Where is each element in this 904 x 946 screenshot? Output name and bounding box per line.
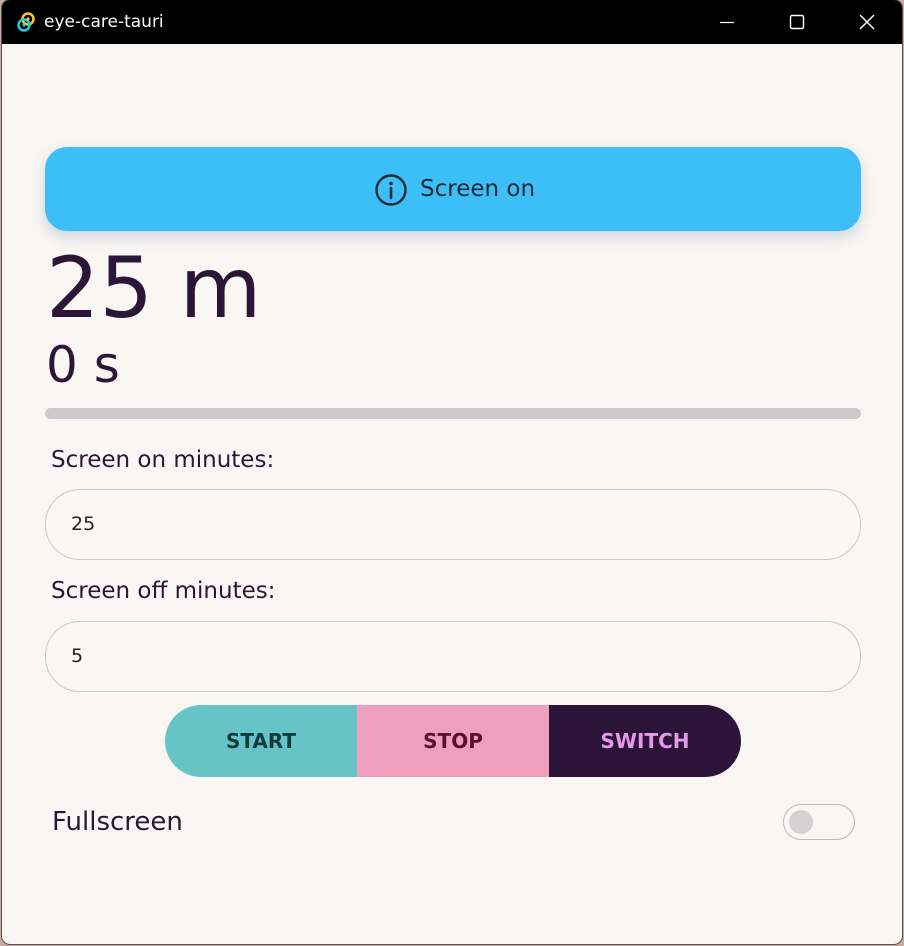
toggle-knob bbox=[789, 810, 813, 834]
screen-on-label: Screen on minutes: bbox=[51, 447, 275, 473]
screen-off-field[interactable] bbox=[45, 621, 861, 692]
tauri-logo-icon bbox=[16, 12, 36, 32]
close-button[interactable] bbox=[832, 0, 902, 44]
fullscreen-toggle[interactable] bbox=[783, 804, 855, 840]
close-icon bbox=[859, 14, 875, 30]
timer-minutes: 25 m bbox=[46, 239, 262, 337]
maximize-icon bbox=[789, 14, 805, 30]
screen-off-label: Screen off minutes: bbox=[51, 578, 276, 604]
timer-progress-bar bbox=[45, 408, 861, 419]
status-banner: Screen on bbox=[45, 147, 861, 231]
fullscreen-label: Fullscreen bbox=[52, 807, 183, 837]
screen-on-field[interactable] bbox=[45, 489, 861, 560]
status-text: Screen on bbox=[420, 176, 536, 202]
timer-control-group: START STOP SWITCH bbox=[165, 705, 741, 777]
maximize-button[interactable] bbox=[762, 0, 832, 44]
timer-seconds: 0 s bbox=[46, 336, 120, 394]
stop-button[interactable]: STOP bbox=[357, 705, 549, 777]
start-button[interactable]: START bbox=[165, 705, 357, 777]
minimize-button[interactable] bbox=[692, 0, 762, 44]
title-bar[interactable]: eye-care-tauri bbox=[2, 0, 902, 44]
minimize-icon bbox=[720, 21, 734, 24]
screen-on-minutes-input[interactable] bbox=[71, 510, 831, 538]
screen-off-minutes-input[interactable] bbox=[71, 642, 831, 670]
switch-button[interactable]: SWITCH bbox=[549, 705, 741, 777]
app-window: eye-care-tauri Screen on 25 m 0 s Screen… bbox=[2, 0, 902, 944]
info-icon bbox=[374, 173, 408, 207]
window-title: eye-care-tauri bbox=[44, 12, 164, 32]
